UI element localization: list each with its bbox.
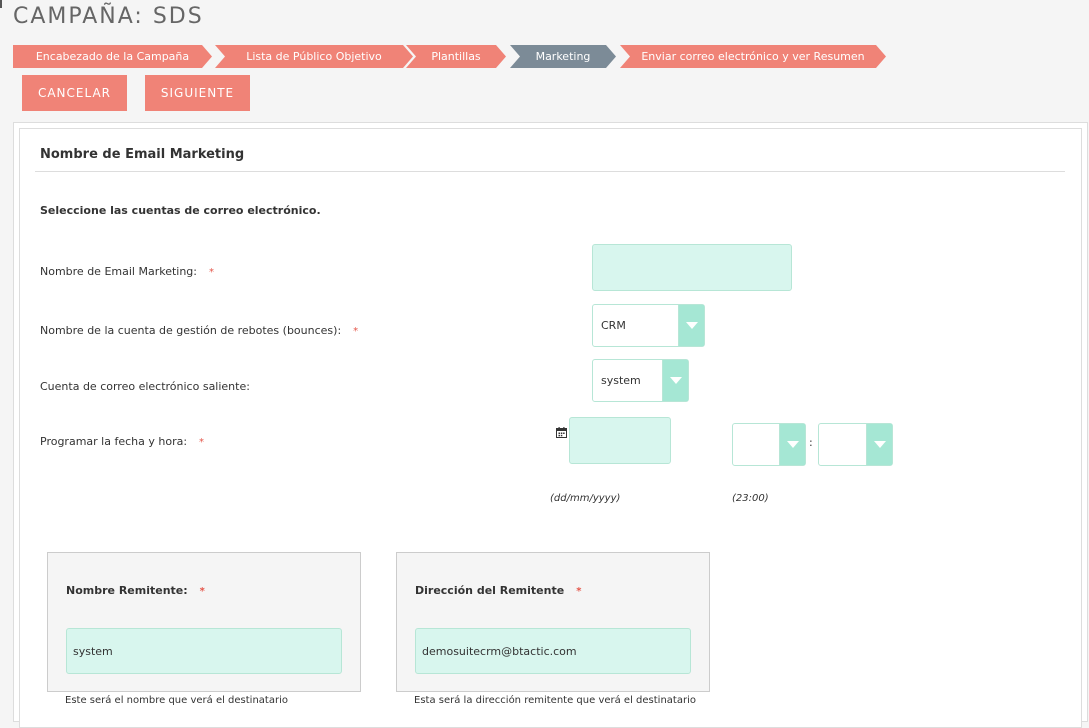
chevron-down-icon[interactable] xyxy=(779,424,805,465)
sender-address-input[interactable]: demosuitecrm@btactic.com xyxy=(415,628,691,674)
step-send-summary[interactable]: Enviar correo electrónico y ver Resumen xyxy=(620,45,886,68)
required-marker: * xyxy=(209,267,214,278)
required-marker: * xyxy=(199,437,205,448)
step-templates[interactable]: Plantillas xyxy=(406,45,506,68)
sender-address-label-text: Dirección del Remitente xyxy=(415,584,565,597)
required-marker: * xyxy=(576,586,582,597)
sender-address-label: Dirección del Remitente * xyxy=(415,584,581,597)
step-campaign-header[interactable]: Encabezado de la Campaña xyxy=(13,45,212,68)
email-marketing-name-label: Nombre de Email Marketing: * xyxy=(40,265,214,278)
email-marketing-name-input[interactable] xyxy=(592,244,792,291)
schedule-label-text: Programar la fecha y hora: xyxy=(40,435,188,448)
step-target-list[interactable]: Lista de Público Objetivo xyxy=(215,45,413,68)
section-divider xyxy=(35,171,1065,172)
step-marketing[interactable]: Marketing xyxy=(510,45,616,68)
schedule-minute-select[interactable] xyxy=(818,423,893,466)
chevron-down-icon[interactable] xyxy=(678,305,704,346)
sender-name-card: Nombre Remitente: * system xyxy=(47,552,361,692)
chevron-down-icon[interactable] xyxy=(662,360,688,401)
wizard-steps: Encabezado de la Campaña Lista de Públic… xyxy=(13,45,1073,68)
time-format-hint: (23:00) xyxy=(732,493,769,504)
form-panel: Nombre de Email Marketing Seleccione las… xyxy=(13,122,1088,728)
time-separator: : xyxy=(809,436,813,449)
sender-name-input[interactable]: system xyxy=(66,628,342,674)
sender-address-card: Dirección del Remitente * demosuitecrm@bt… xyxy=(396,552,710,692)
date-format-hint: (dd/mm/yyyy) xyxy=(550,493,621,504)
email-marketing-name-label-text: Nombre de Email Marketing: xyxy=(40,265,197,278)
sender-address-note: Esta será la dirección remitente que ver… xyxy=(414,695,696,706)
window-edge-mark xyxy=(0,0,2,8)
bounce-account-select[interactable]: CRM xyxy=(592,304,705,347)
schedule-label: Programar la fecha y hora: * xyxy=(40,435,204,448)
sender-name-label: Nombre Remitente: * xyxy=(66,584,205,597)
bounce-account-label-text: Nombre de la cuenta de gestión de rebote… xyxy=(40,324,342,337)
schedule-date-input[interactable] xyxy=(569,417,671,464)
bounce-account-value: CRM xyxy=(601,319,626,332)
next-button[interactable]: SIGUIENTE xyxy=(145,75,250,111)
form-panel-inner: Nombre de Email Marketing Seleccione las… xyxy=(19,128,1082,728)
required-marker: * xyxy=(353,326,359,337)
bounce-account-label: Nombre de la cuenta de gestión de rebote… xyxy=(40,324,358,337)
required-marker: * xyxy=(199,586,205,597)
schedule-hour-select[interactable] xyxy=(732,423,806,466)
outgoing-account-select[interactable]: system xyxy=(592,359,689,402)
outgoing-account-label-text: Cuenta de correo electrónico saliente: xyxy=(40,380,250,393)
section-title: Nombre de Email Marketing xyxy=(40,147,245,162)
page-title: CAMPAÑA: SDS xyxy=(13,4,204,29)
chevron-down-icon[interactable] xyxy=(866,424,892,465)
outgoing-account-label: Cuenta de correo electrónico saliente: xyxy=(40,380,250,393)
outgoing-account-value: system xyxy=(601,374,641,387)
calendar-icon[interactable] xyxy=(556,427,567,438)
sender-name-label-text: Nombre Remitente: xyxy=(66,584,188,597)
cancel-button[interactable]: CANCELAR xyxy=(22,75,127,111)
email-accounts-subhead: Seleccione las cuentas de correo electró… xyxy=(40,204,321,217)
sender-name-note: Este será el nombre que verá el destinat… xyxy=(65,695,288,706)
